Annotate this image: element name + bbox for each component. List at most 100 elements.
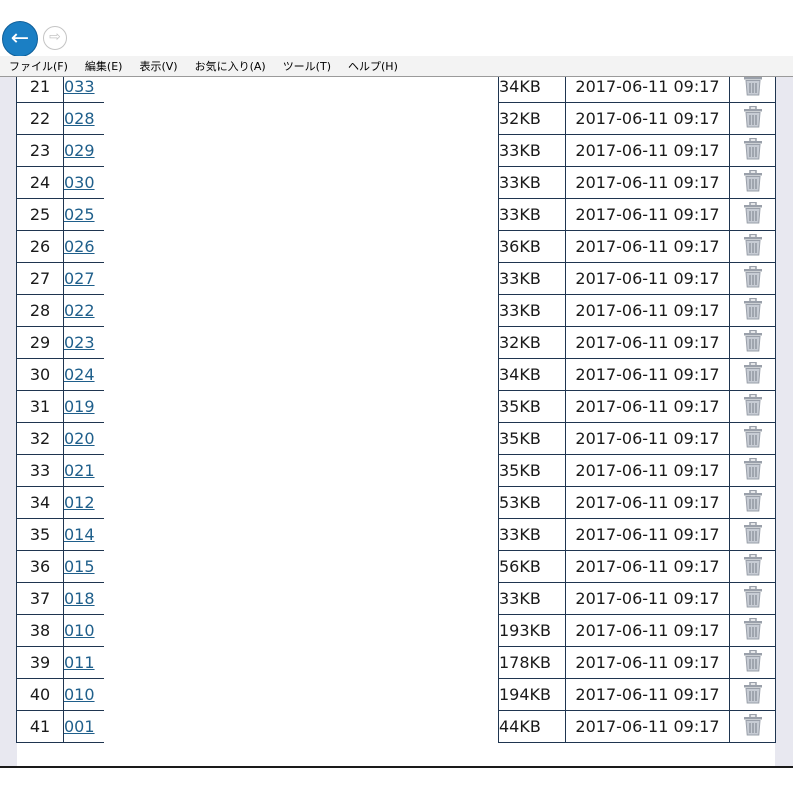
file-link[interactable]: 022: [65, 301, 95, 320]
delete-cell: [729, 678, 776, 711]
back-button[interactable]: ←: [2, 21, 38, 57]
delete-cell: [729, 166, 776, 199]
row-number: 27: [16, 262, 64, 295]
delete-cell: [729, 230, 776, 263]
menu-bar: ファイル(F) 編集(E) 表示(V) お気に入り(A) ツール(T) ヘルプ(…: [0, 56, 793, 76]
trash-icon[interactable]: [743, 521, 763, 548]
file-size: 194KB: [498, 678, 566, 711]
file-link[interactable]: 025: [65, 205, 95, 224]
file-link[interactable]: 014: [65, 525, 95, 544]
arrow-right-icon: ⇨: [49, 29, 61, 45]
trash-icon[interactable]: [743, 265, 763, 292]
redacted-area: [104, 77, 498, 766]
row-number: 34: [16, 486, 64, 519]
menu-view[interactable]: 表示(V): [130, 58, 185, 74]
trash-icon[interactable]: [743, 297, 763, 324]
trash-icon[interactable]: [743, 489, 763, 516]
trash-icon[interactable]: [743, 617, 763, 644]
row-number: 29: [16, 326, 64, 359]
row-number: 37: [16, 582, 64, 615]
file-link[interactable]: 027: [65, 269, 95, 288]
menu-edit[interactable]: 編集(E): [76, 58, 131, 74]
row-number: 28: [16, 294, 64, 327]
forward-button[interactable]: ⇨: [43, 26, 67, 50]
file-date: 2017-06-11 09:17: [565, 102, 730, 135]
row-number: 41: [16, 710, 64, 743]
file-link[interactable]: 012: [65, 493, 95, 512]
file-link[interactable]: 029: [65, 141, 95, 160]
trash-icon[interactable]: [743, 713, 763, 740]
trash-icon[interactable]: [743, 77, 763, 100]
trash-icon[interactable]: [743, 393, 763, 420]
delete-cell: [729, 550, 776, 583]
delete-cell: [729, 646, 776, 679]
delete-cell: [729, 198, 776, 231]
navigation-bar: ← ⇨: [0, 0, 793, 57]
file-size: 34KB: [498, 358, 566, 391]
file-link[interactable]: 019: [65, 397, 95, 416]
file-size: 33KB: [498, 198, 566, 231]
row-number: 40: [16, 678, 64, 711]
trash-icon[interactable]: [743, 201, 763, 228]
file-link[interactable]: 010: [65, 621, 95, 640]
delete-cell: [729, 134, 776, 167]
file-link[interactable]: 033: [65, 77, 95, 96]
file-link[interactable]: 021: [65, 461, 95, 480]
file-size: 33KB: [498, 518, 566, 551]
file-date: 2017-06-11 09:17: [565, 198, 730, 231]
file-link[interactable]: 028: [65, 109, 95, 128]
file-date: 2017-06-11 09:17: [565, 358, 730, 391]
menu-file[interactable]: ファイル(F): [0, 58, 76, 74]
file-size: 33KB: [498, 294, 566, 327]
file-date: 2017-06-11 09:17: [565, 678, 730, 711]
file-link[interactable]: 030: [65, 173, 95, 192]
file-date: 2017-06-11 09:17: [565, 614, 730, 647]
row-number: 22: [16, 102, 64, 135]
file-date: 2017-06-11 09:17: [565, 262, 730, 295]
delete-cell: [729, 294, 776, 327]
file-size: 33KB: [498, 166, 566, 199]
trash-icon[interactable]: [743, 553, 763, 580]
file-date: 2017-06-11 09:17: [565, 390, 730, 423]
file-link[interactable]: 023: [65, 333, 95, 352]
file-date: 2017-06-11 09:17: [565, 77, 730, 103]
menu-help[interactable]: ヘルプ(H): [339, 58, 406, 74]
menu-tools[interactable]: ツール(T): [274, 58, 339, 74]
file-size: 32KB: [498, 102, 566, 135]
trash-icon[interactable]: [743, 361, 763, 388]
trash-icon[interactable]: [743, 585, 763, 612]
file-link[interactable]: 010: [65, 685, 95, 704]
file-link[interactable]: 018: [65, 589, 95, 608]
file-link[interactable]: 020: [65, 429, 95, 448]
row-number: 25: [16, 198, 64, 231]
trash-icon[interactable]: [743, 649, 763, 676]
row-number: 26: [16, 230, 64, 263]
menu-favorites[interactable]: お気に入り(A): [186, 58, 274, 74]
file-size: 35KB: [498, 390, 566, 423]
file-size: 34KB: [498, 77, 566, 103]
file-date: 2017-06-11 09:17: [565, 454, 730, 487]
trash-icon[interactable]: [743, 105, 763, 132]
file-size: 32KB: [498, 326, 566, 359]
row-number: 33: [16, 454, 64, 487]
row-number: 24: [16, 166, 64, 199]
file-link[interactable]: 024: [65, 365, 95, 384]
file-date: 2017-06-11 09:17: [565, 710, 730, 743]
trash-icon[interactable]: [743, 233, 763, 260]
file-size: 193KB: [498, 614, 566, 647]
file-link[interactable]: 011: [65, 653, 95, 672]
delete-cell: [729, 77, 776, 103]
file-size: 33KB: [498, 262, 566, 295]
row-number: 36: [16, 550, 64, 583]
trash-icon[interactable]: [743, 681, 763, 708]
trash-icon[interactable]: [743, 137, 763, 164]
trash-icon[interactable]: [743, 329, 763, 356]
trash-icon[interactable]: [743, 457, 763, 484]
file-link[interactable]: 026: [65, 237, 95, 256]
page-content[interactable]: 21 033 34KB 2017-06-11 09:17 22 028 32KB 2017-0…: [0, 77, 793, 766]
file-link[interactable]: 015: [65, 557, 95, 576]
trash-icon[interactable]: [743, 425, 763, 452]
delete-cell: [729, 358, 776, 391]
trash-icon[interactable]: [743, 169, 763, 196]
file-link[interactable]: 001: [65, 717, 95, 736]
